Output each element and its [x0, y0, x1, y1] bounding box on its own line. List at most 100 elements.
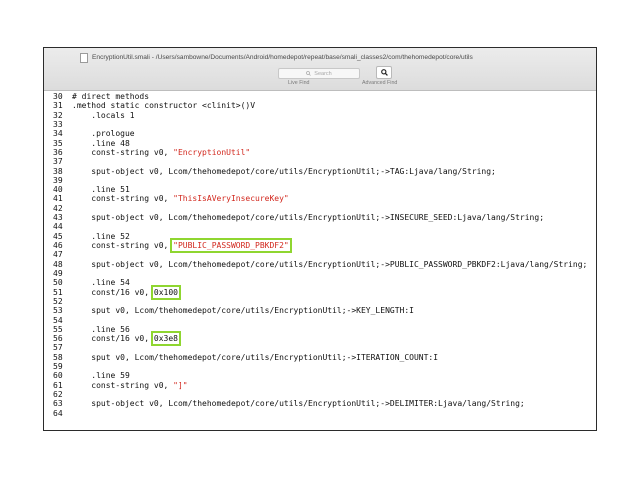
code-text: sput-object v0, Lcom/thehomedepot/core/u…: [72, 259, 588, 269]
search-input[interactable]: Search: [278, 68, 360, 79]
advanced-find-label: Advanced Find: [362, 80, 398, 86]
code-line: 35 .line 48: [53, 139, 587, 148]
code-line: 42: [53, 204, 587, 213]
code-line: 55 .line 56: [53, 325, 587, 334]
code-line: 64: [53, 409, 587, 418]
code-text: .line 51: [72, 185, 130, 195]
code-line: 56 const/16 v0, 0x3e8: [53, 331, 587, 347]
code-line: 38 sput-object v0, Lcom/thehomedepot/cor…: [53, 167, 587, 176]
search-icon: [306, 71, 312, 76]
code-line: 57: [53, 343, 587, 352]
code-text: sput-object v0, Lcom/thehomedepot/core/u…: [72, 399, 525, 409]
code-text: .method static constructor <clinit>()V: [72, 101, 256, 111]
code-text: const-string v0,: [72, 380, 174, 390]
line-number: 36: [53, 147, 63, 157]
line-number: 39: [53, 175, 63, 185]
code-text: # direct methods: [72, 92, 150, 101]
line-number: 30: [53, 92, 63, 101]
search-placeholder: Search: [314, 70, 332, 77]
code-text: .locals 1: [72, 110, 135, 120]
code-line: 43 sput-object v0, Lcom/thehomedepot/cor…: [53, 213, 587, 222]
line-number: 55: [53, 324, 63, 334]
code-line: 58 sput v0, Lcom/thehomedepot/core/utils…: [53, 353, 587, 362]
code-line: 48 sput-object v0, Lcom/thehomedepot/cor…: [53, 260, 587, 269]
code-line: 44: [53, 222, 587, 231]
line-number: 45: [53, 231, 63, 241]
code-line: 51 const/16 v0, 0x100: [53, 284, 587, 300]
code-line: 39: [53, 176, 587, 185]
window-title: EncryptionUtil.smali - /Users/sambowne/D…: [92, 54, 473, 61]
line-number: 33: [53, 119, 63, 129]
code-text: .prologue: [72, 129, 135, 139]
code-line: 31 .method static constructor <clinit>()V: [53, 101, 587, 110]
code-line: 37: [53, 157, 587, 166]
line-number: 56: [53, 334, 63, 344]
document-icon: [80, 52, 88, 63]
line-number: 63: [53, 399, 63, 409]
code-line: 54: [53, 316, 587, 325]
code-text: .line 52: [72, 231, 130, 241]
code-text: sput-object v0, Lcom/thehomedepot/core/u…: [72, 166, 496, 176]
line-number: 57: [53, 343, 63, 353]
code-text: const/16 v0,: [72, 334, 154, 344]
code-text: const-string v0,: [72, 194, 174, 204]
string-literal: "]": [173, 380, 188, 390]
code-text: sput v0, Lcom/thehomedepot/core/utils/En…: [72, 306, 414, 316]
line-number: 49: [53, 268, 63, 278]
magnifier-icon: [380, 69, 388, 76]
advanced-find-button[interactable]: [376, 66, 392, 79]
editor-window: EncryptionUtil.smali - /Users/sambowne/D…: [43, 47, 597, 431]
code-text: const-string v0,: [72, 241, 174, 250]
code-line: 50 .line 54: [53, 278, 587, 287]
line-number: 42: [53, 203, 63, 213]
line-number: 50: [53, 278, 63, 288]
line-number: 47: [53, 250, 63, 260]
line-number: 53: [53, 306, 63, 316]
code-text: .line 56: [72, 324, 130, 334]
line-number: 46: [53, 241, 63, 250]
code-line: 63 sput-object v0, Lcom/thehomedepot/cor…: [53, 399, 587, 408]
highlighted-string-literal: "PUBLIC_PASSWORD_PBKDF2": [170, 237, 292, 254]
line-number: 40: [53, 185, 63, 195]
live-find-label: Live Find: [288, 80, 310, 86]
code-line: 32 .locals 1: [53, 111, 587, 120]
line-number: 48: [53, 259, 63, 269]
line-number: 43: [53, 213, 63, 223]
code-line: 34 .prologue: [53, 129, 587, 138]
code-line: 33: [53, 120, 587, 129]
line-number: 61: [53, 380, 63, 390]
line-number: 35: [53, 138, 63, 148]
code-line: 30 # direct methods: [53, 92, 587, 101]
code-line: 40 .line 51: [53, 185, 587, 194]
line-number: 60: [53, 371, 63, 381]
line-number: 64: [53, 408, 63, 418]
line-number: 34: [53, 129, 63, 139]
code-line: 60 .line 59: [53, 371, 587, 380]
code-text: const/16 v0,: [72, 287, 154, 297]
title-row: EncryptionUtil.smali - /Users/sambowne/D…: [80, 52, 473, 63]
code-text: .line 48: [72, 138, 130, 148]
code-line: 49: [53, 269, 587, 278]
line-number: 32: [53, 110, 63, 120]
highlighted-value: 0x100: [150, 284, 181, 300]
code-line: 53 sput v0, Lcom/thehomedepot/core/utils…: [53, 306, 587, 315]
title-bar: EncryptionUtil.smali - /Users/sambowne/D…: [44, 48, 596, 91]
string-literal: "ThisIsAVeryInsecureKey": [173, 194, 289, 204]
code-line: 45 .line 52: [53, 232, 587, 241]
code-text: .line 59: [72, 371, 130, 381]
code-editor[interactable]: 30 # direct methods 31 .method static const…: [53, 92, 587, 418]
code-text: sput-object v0, Lcom/thehomedepot/core/u…: [72, 213, 545, 223]
code-text: const-string v0,: [72, 147, 174, 157]
code-line: 46 const-string v0, "PUBLIC_PASSWORD_PBK…: [53, 237, 587, 254]
code-text: .line 54: [72, 278, 130, 288]
line-number: 31: [53, 101, 63, 111]
code-line: 61 const-string v0, "]": [53, 381, 587, 390]
line-number: 59: [53, 362, 63, 372]
code-line: 62: [53, 390, 587, 399]
code-text: sput v0, Lcom/thehomedepot/core/utils/En…: [72, 352, 439, 362]
line-number: 37: [53, 157, 63, 167]
code-line: 41 const-string v0, "ThisIsAVeryInsecure…: [53, 194, 587, 203]
line-number: 58: [53, 352, 63, 362]
code-line: 36 const-string v0, "EncryptionUtil": [53, 148, 587, 157]
line-number: 41: [53, 194, 63, 204]
